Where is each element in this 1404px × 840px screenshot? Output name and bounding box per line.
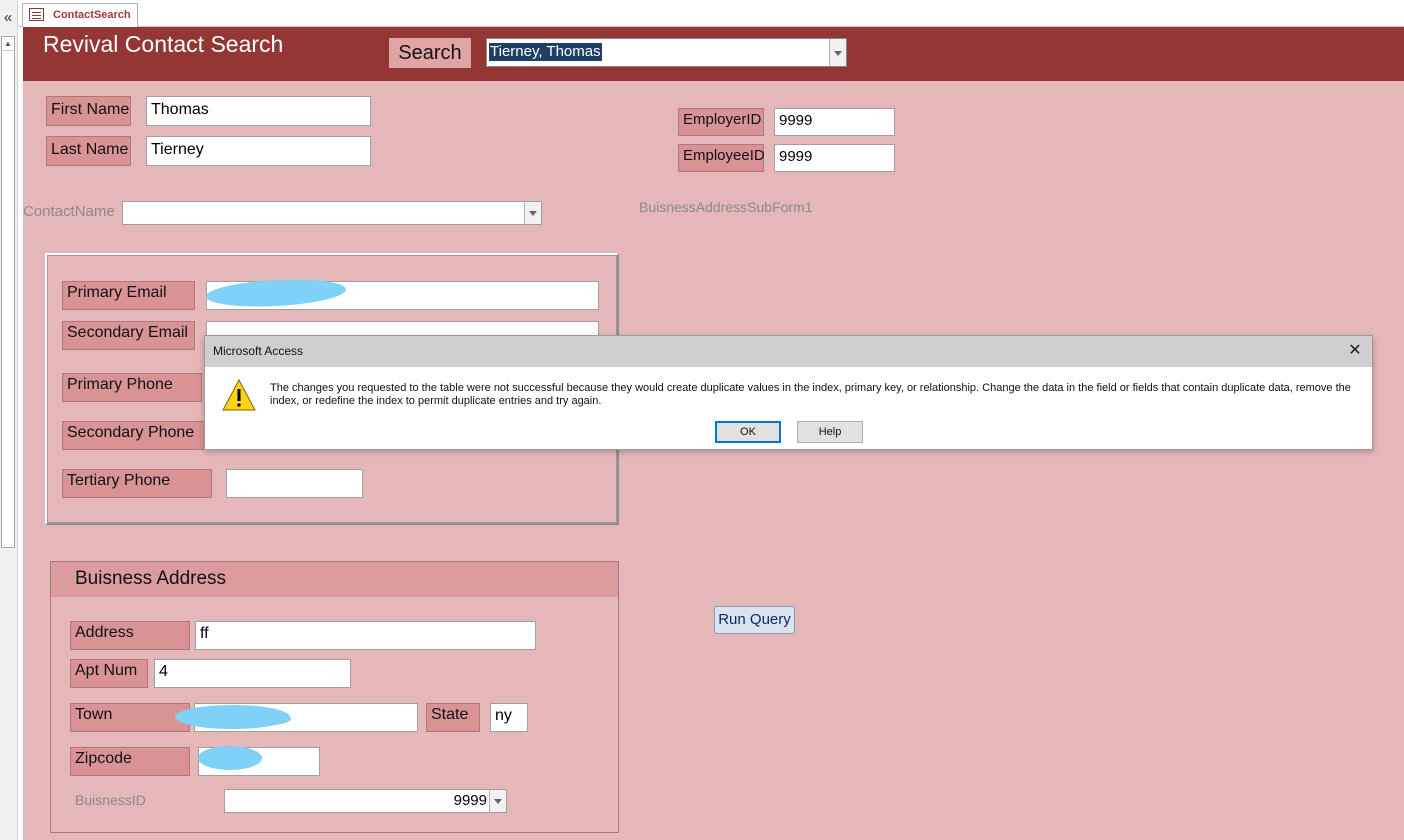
form-title: Revival Contact Search — [43, 31, 284, 57]
business-address-title: Buisness Address — [75, 568, 227, 589]
address-field[interactable]: ff — [195, 621, 536, 650]
tab-label: ContactSearch — [53, 9, 131, 21]
primary-phone-label: Primary Phone — [62, 373, 202, 402]
help-button[interactable]: Help — [797, 421, 863, 443]
employer-id-field[interactable]: 9999 — [774, 108, 895, 136]
nav-scrollbar[interactable]: ▲ — [1, 36, 15, 548]
dialog-title: Microsoft Access — [213, 344, 304, 358]
warning-icon — [222, 378, 256, 411]
subform-label: BuisnessAddressSubForm1 — [639, 199, 813, 215]
search-combo[interactable]: Tierney, Thomas — [486, 38, 847, 67]
state-field[interactable]: ny — [490, 703, 528, 732]
business-id-combo[interactable]: 9999 — [224, 789, 507, 813]
town-label: Town — [70, 703, 190, 732]
chevron-down-icon[interactable] — [489, 790, 506, 812]
redaction-mark — [248, 713, 291, 725]
dialog-body: The changes you requested to the table w… — [205, 367, 1372, 449]
tertiary-phone-label: Tertiary Phone — [62, 469, 212, 498]
dialog-titlebar: Microsoft Access ✕ — [205, 336, 1372, 367]
last-name-field[interactable]: Tierney — [146, 136, 371, 166]
ok-button[interactable]: OK — [715, 421, 781, 443]
search-combo-value: Tierney, Thomas — [489, 43, 602, 61]
form-header: Revival Contact Search Search Tierney, T… — [23, 27, 1404, 81]
navigation-pane-strip: « ▲ — [0, 0, 18, 840]
last-name-label: Last Name — [46, 136, 131, 166]
primary-email-label: Primary Email — [62, 281, 195, 310]
first-name-label: First Name — [46, 96, 131, 126]
close-icon[interactable]: ✕ — [1345, 341, 1365, 361]
chevron-down-icon[interactable] — [829, 39, 846, 66]
zipcode-label: Zipcode — [70, 747, 190, 776]
first-name-field[interactable]: Thomas — [146, 96, 371, 126]
error-dialog: Microsoft Access ✕ The changes you reque… — [204, 335, 1373, 450]
address-label: Address — [70, 621, 190, 650]
run-query-button[interactable]: Run Query — [714, 606, 795, 634]
employer-id-label: EmployerID — [678, 108, 764, 136]
dialog-message: The changes you requested to the table w… — [270, 382, 1351, 407]
scroll-up-icon[interactable]: ▲ — [2, 37, 14, 51]
business-id-label: BuisnessID — [75, 792, 146, 808]
contact-name-label: ContactName — [23, 203, 115, 220]
form-icon — [29, 8, 44, 21]
redaction-mark — [198, 746, 262, 770]
employee-id-label: EmployeeID — [678, 144, 765, 172]
tertiary-phone-field[interactable] — [226, 469, 363, 498]
apt-num-field[interactable]: 4 — [154, 659, 351, 688]
search-button[interactable]: Search — [389, 38, 471, 68]
apt-num-label: Apt Num — [70, 659, 148, 688]
chevron-down-icon[interactable] — [524, 202, 541, 224]
collapse-nav-icon[interactable]: « — [0, 8, 16, 28]
business-id-value: 9999 — [453, 792, 487, 809]
state-label: State — [426, 703, 480, 732]
business-address-header: Buisness Address — [51, 562, 618, 597]
secondary-phone-label: Secondary Phone — [62, 421, 210, 450]
tab-contactsearch[interactable]: ContactSearch — [22, 3, 138, 27]
document-tab-bar: ContactSearch — [18, 0, 1404, 27]
secondary-email-label: Secondary Email — [62, 321, 195, 350]
contact-name-combo[interactable] — [122, 201, 542, 225]
employee-id-field[interactable]: 9999 — [774, 144, 895, 172]
